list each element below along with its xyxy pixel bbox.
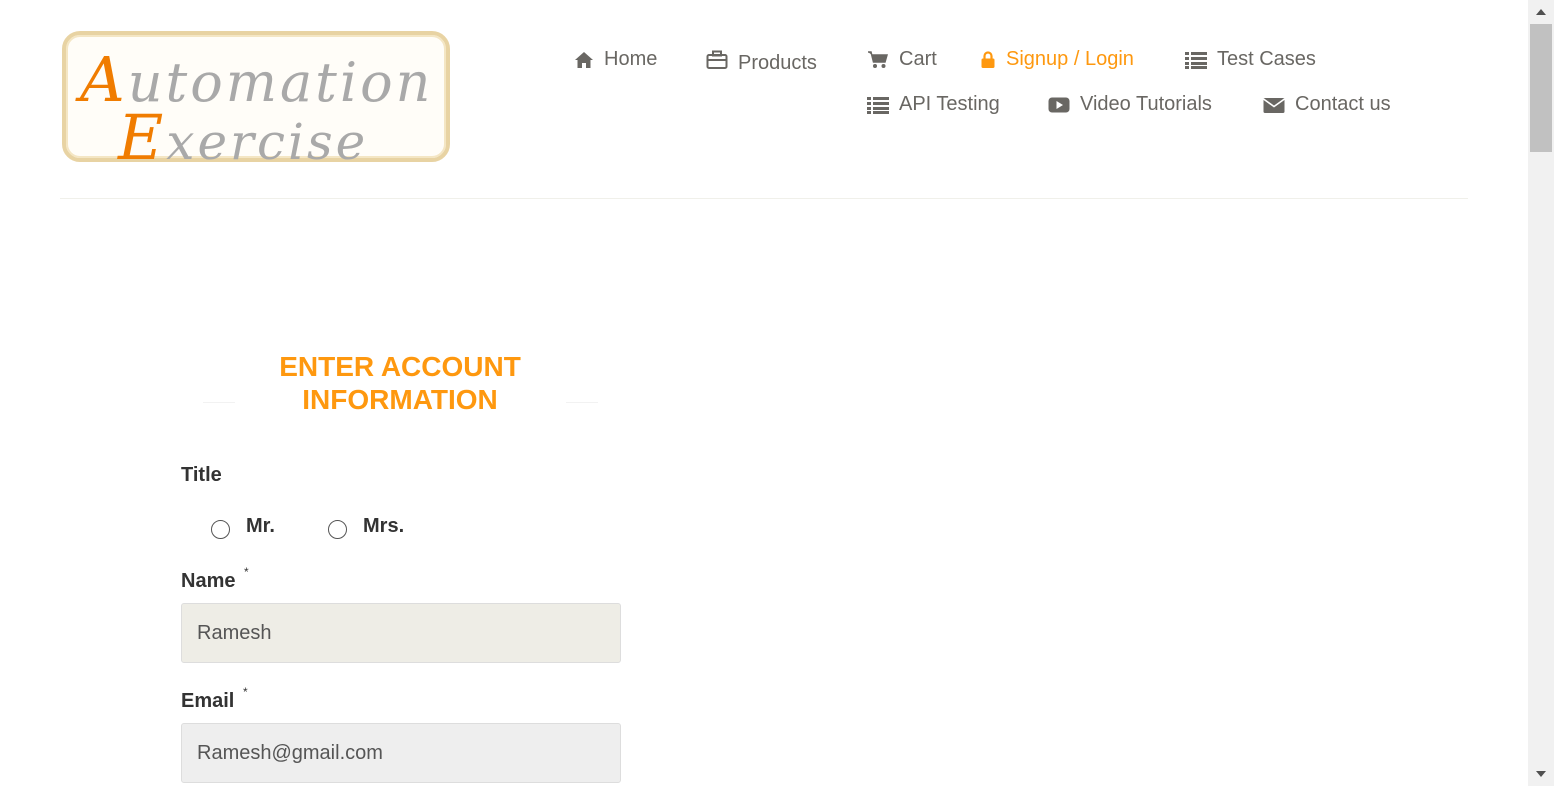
envelope-icon (1263, 97, 1285, 113)
scroll-thumb[interactable] (1530, 24, 1552, 152)
nav-cart[interactable]: Cart (867, 48, 937, 71)
form-heading-line-2: INFORMATION (302, 384, 498, 415)
email-field[interactable] (181, 723, 621, 783)
radio-mr[interactable] (211, 520, 230, 539)
nav-signup-login[interactable]: Signup / Login (980, 48, 1134, 71)
page: Automation Exercise Home Products Cart S… (0, 0, 1554, 786)
nav-home[interactable]: Home (574, 48, 657, 71)
nav-home-label: Home (604, 48, 658, 70)
nav-test-cases[interactable]: Test Cases (1185, 48, 1316, 71)
page-scrollbar[interactable] (1528, 0, 1554, 786)
nav-cart-label: Cart (899, 48, 937, 70)
home-icon (575, 51, 593, 68)
name-required-mark: * (244, 565, 249, 579)
form-heading-line-1: ENTER ACCOUNT (279, 351, 521, 382)
header-divider (60, 198, 1468, 199)
list-icon (867, 96, 889, 114)
nav-video-tutorials[interactable]: Video Tutorials (1048, 93, 1212, 116)
nav-products-label: Products (738, 52, 817, 74)
nav-contact-us-label: Contact us (1295, 93, 1391, 115)
logo-text-exercise: xercise (166, 113, 369, 171)
youtube-play-icon (1048, 97, 1070, 112)
email-label: Email (181, 690, 235, 712)
logo-line-2: Exercise (118, 101, 368, 174)
briefcase-icon (706, 50, 728, 69)
scroll-up-arrow-icon[interactable] (1536, 9, 1546, 15)
scroll-down-arrow-icon[interactable] (1536, 771, 1546, 777)
nav-api-testing-label: API Testing (899, 93, 1000, 115)
lock-icon (981, 50, 995, 68)
name-field[interactable] (181, 603, 621, 663)
site-logo[interactable]: Automation Exercise (62, 31, 450, 174)
form-heading: ENTER ACCOUNT INFORMATION (200, 350, 600, 416)
nav-products[interactable]: Products (706, 48, 817, 75)
title-label: Title (181, 464, 222, 486)
email-required-mark: * (243, 685, 248, 699)
name-label: Name (181, 570, 236, 592)
nav-signup-login-label: Signup / Login (1006, 48, 1134, 70)
radio-mrs[interactable] (328, 520, 347, 539)
list-icon (1185, 51, 1207, 69)
radio-mrs-label[interactable]: Mrs. (363, 515, 404, 538)
nav-test-cases-label: Test Cases (1217, 48, 1316, 70)
nav-video-tutorials-label: Video Tutorials (1080, 93, 1212, 115)
nav-contact-us[interactable]: Contact us (1263, 93, 1391, 116)
radio-mr-label[interactable]: Mr. (246, 515, 275, 538)
logo-cap-e: E (118, 101, 167, 174)
nav-api-testing[interactable]: API Testing (867, 93, 1000, 116)
cart-icon (868, 50, 888, 68)
